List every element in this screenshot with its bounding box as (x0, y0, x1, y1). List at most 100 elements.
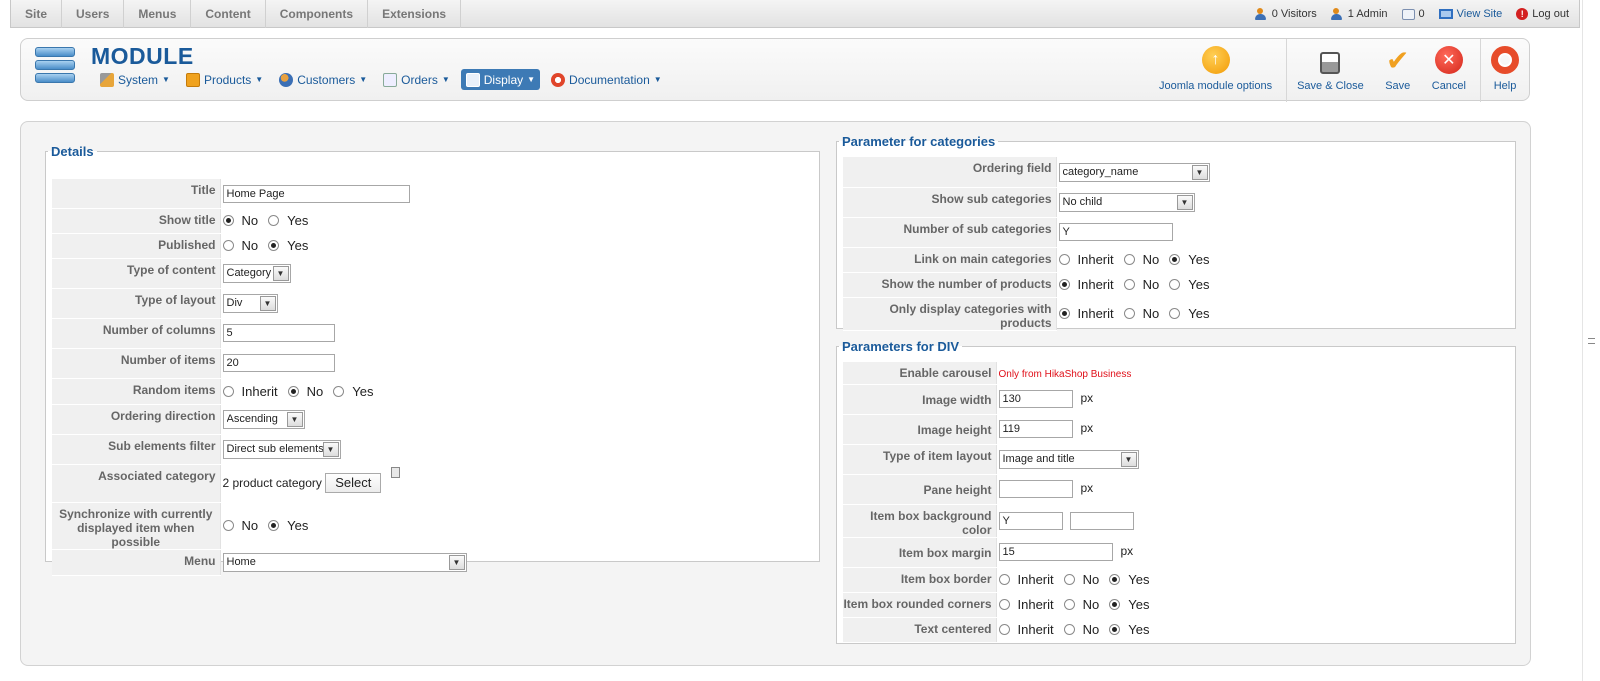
img-height-label: Image height (843, 414, 997, 445)
sync-yes-radio[interactable] (268, 520, 280, 532)
scroll-grip-icon (1588, 338, 1595, 344)
num-columns-label: Number of columns (52, 318, 221, 349)
centered-inherit-radio[interactable] (998, 624, 1010, 636)
only-display-no-radio[interactable] (1123, 308, 1135, 320)
radio-yes-label: Yes (287, 213, 309, 229)
logout-link[interactable]: ! Log out (1516, 8, 1569, 20)
published-no-radio[interactable] (222, 240, 234, 252)
radio-yes-label: Yes (352, 383, 374, 399)
type-content-select[interactable]: Category ▼ (222, 263, 291, 283)
view-site-label: View Site (1456, 8, 1503, 20)
admins-status: 1 Admin (1330, 8, 1388, 20)
row-centered: Text centered Inherit No Yes (843, 617, 1511, 643)
link-main-no-radio[interactable] (1123, 254, 1135, 266)
num-items-label: Number of items (52, 348, 221, 379)
pane-height-input[interactable] (998, 480, 1073, 498)
sync-label-line1: Synchronize with currently (59, 506, 213, 521)
categories-fieldset: Parameter for categories Ordering field … (836, 134, 1516, 331)
radio-yes-label: Yes (1188, 277, 1210, 293)
rounded-inherit-radio[interactable] (998, 599, 1010, 611)
menu-select[interactable]: Home ▼ (222, 552, 467, 572)
submenu-system[interactable]: System ▼ (95, 69, 175, 90)
show-title-no-radio[interactable] (222, 215, 234, 227)
help-label: Help (1493, 80, 1517, 92)
only-display-inherit-radio[interactable] (1058, 308, 1070, 320)
only-display-yes-radio[interactable] (1169, 308, 1181, 320)
random-inherit-radio[interactable] (222, 385, 234, 397)
type-content-value: Category (226, 267, 272, 279)
toolbar: ↑ Joomla module options Save & Close ✔ Sav… (1149, 39, 1529, 102)
menu-users[interactable]: Users (62, 0, 125, 28)
menu-site[interactable]: Site (11, 0, 63, 28)
show-num-no-radio[interactable] (1123, 279, 1135, 291)
border-inherit-radio[interactable] (998, 574, 1010, 586)
rounded-no-radio[interactable] (1063, 599, 1075, 611)
num-items-input[interactable]: 20 (222, 354, 335, 372)
img-width-input[interactable]: 130 (998, 390, 1073, 408)
submenu-orders[interactable]: Orders ▼ (378, 69, 455, 90)
menu-menus[interactable]: Menus (124, 0, 192, 28)
item-layout-select[interactable]: Image and title ▼ (998, 449, 1139, 469)
submenu-documentation-label: Documentation (569, 72, 650, 87)
submenu-customers[interactable]: Customers ▼ (274, 69, 372, 90)
hikashop-submenu: System ▼ Products ▼ Customers ▼ Orders ▼ Dis… (95, 69, 667, 90)
lifebuoy-icon (551, 72, 566, 87)
random-no-radio[interactable] (287, 385, 299, 397)
centered-yes-radio[interactable] (1109, 624, 1121, 636)
bg-color-preview[interactable] (1069, 511, 1134, 530)
submenu-documentation[interactable]: Documentation ▼ (546, 69, 667, 90)
type-layout-select[interactable]: Div ▼ (222, 293, 278, 313)
border-no-radio[interactable] (1063, 574, 1075, 586)
link-main-yes-radio[interactable] (1169, 254, 1181, 266)
link-main-inherit-radio[interactable] (1058, 254, 1070, 266)
div-params-table: Enable carousel Only from HikaShop Busin… (843, 362, 1511, 643)
show-num-inherit-radio[interactable] (1058, 279, 1070, 291)
submenu-products[interactable]: Products ▼ (181, 69, 268, 90)
help-button[interactable]: Help (1480, 39, 1529, 102)
menu-content[interactable]: Content (191, 0, 266, 28)
cancel-button[interactable]: ✕ Cancel (1422, 39, 1476, 102)
cancel-label: Cancel (1431, 80, 1466, 92)
vertical-scrollbar[interactable] (1582, 0, 1600, 681)
save-button[interactable]: ✔ Save (1374, 39, 1422, 102)
admins-count: 1 Admin (1347, 8, 1388, 20)
options-button[interactable]: ↑ Joomla module options (1149, 39, 1282, 102)
view-site-link[interactable]: View Site (1438, 8, 1503, 20)
title-input[interactable]: Home Page (222, 184, 410, 203)
tools-icon (100, 72, 114, 87)
rounded-yes-radio[interactable] (1109, 599, 1121, 611)
show-num-yes-radio[interactable] (1169, 279, 1181, 291)
menu-components[interactable]: Components (266, 0, 369, 28)
ordering-field-select[interactable]: category_name ▼ (1058, 162, 1210, 182)
logout-icon: ! (1516, 8, 1529, 20)
border-yes-radio[interactable] (1109, 574, 1121, 586)
published-yes-radio[interactable] (268, 240, 280, 252)
centered-no-radio[interactable] (1063, 624, 1075, 636)
row-title: Title Home Page (52, 179, 817, 209)
sub-filter-select[interactable]: Direct sub elements ▼ (222, 439, 341, 459)
module-header: MODULE System ▼ Products ▼ Customers ▼ Orde… (20, 38, 1530, 102)
ordering-dir-select[interactable]: Ascending ▼ (222, 409, 305, 429)
radio-yes-label: Yes (1188, 306, 1210, 322)
margin-input[interactable]: 15 (998, 543, 1113, 561)
random-yes-radio[interactable] (333, 385, 345, 397)
menu-extensions[interactable]: Extensions (368, 0, 462, 28)
radio-no-label: No (241, 518, 259, 534)
rounded-label: Item box rounded corners (843, 592, 997, 618)
select-category-button[interactable]: Select (325, 473, 382, 493)
show-title-yes-radio[interactable] (268, 215, 280, 227)
num-columns-input[interactable]: 5 (222, 324, 335, 342)
show-sub-select[interactable]: No child ▼ (1058, 192, 1195, 212)
num-sub-input[interactable]: Y (1058, 223, 1173, 241)
sync-no-radio[interactable] (222, 520, 234, 532)
save-close-button[interactable]: Save & Close (1286, 39, 1374, 102)
radio-yes-label: Yes (287, 238, 309, 254)
bg-color-input[interactable]: Y (998, 511, 1063, 530)
radio-no-label: No (1142, 277, 1160, 293)
img-width-label: Image width (843, 384, 997, 415)
px-unit: px (1080, 481, 1094, 496)
img-height-input[interactable]: 119 (998, 420, 1073, 438)
trash-icon[interactable] (391, 467, 401, 478)
carousel-label: Enable carousel (843, 362, 997, 385)
submenu-display[interactable]: Display ▼ (460, 69, 541, 90)
